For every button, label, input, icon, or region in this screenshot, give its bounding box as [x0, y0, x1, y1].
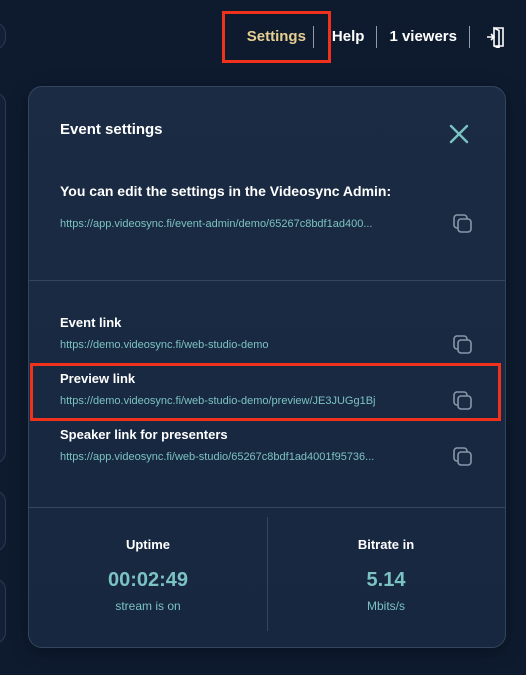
nav-divider [376, 26, 378, 48]
bitrate-unit: Mbits/s [366, 599, 405, 613]
settings-button[interactable]: Settings [221, 11, 331, 63]
app-root: Settings Help 1 viewers Event settings Y… [0, 0, 526, 675]
nav-divider [312, 26, 314, 48]
bitrate-label: Bitrate in [357, 537, 415, 552]
background-panel [0, 22, 6, 50]
help-button[interactable]: Help [320, 17, 377, 57]
event-link-label: Event link [60, 315, 122, 330]
uptime-status: stream is on [115, 599, 181, 613]
copy-event-link-button[interactable] [452, 334, 474, 356]
exit-button[interactable] [484, 25, 508, 49]
top-nav: Settings Help 1 viewers [221, 11, 508, 63]
copy-preview-link-button[interactable] [452, 390, 474, 412]
panel-title: Event settings [60, 121, 163, 138]
stream-stats: Uptime 00:02:49 stream is on Bitrate in … [29, 507, 505, 647]
background-panel [0, 92, 6, 464]
event-settings-panel: Event settings You can edit the settings… [28, 86, 506, 648]
speaker-link-url[interactable]: https://app.videosync.fi/web-studio/6526… [60, 451, 374, 463]
background-panel [0, 490, 6, 552]
divider [29, 280, 505, 281]
admin-info-text: You can edit the settings in the Videosy… [60, 183, 392, 199]
copy-icon [453, 214, 472, 233]
admin-link[interactable]: https://app.videosync.fi/event-admin/dem… [60, 218, 373, 230]
viewers-count: 1 viewers [389, 28, 457, 45]
copy-icon [453, 391, 472, 410]
uptime-label: Uptime [125, 537, 171, 552]
copy-icon [453, 447, 472, 466]
copy-admin-link-button[interactable] [452, 213, 474, 235]
uptime-stat: Uptime 00:02:49 stream is on [29, 507, 267, 647]
bitrate-value: 5.14 [366, 569, 406, 591]
background-panel [0, 578, 6, 644]
bitrate-stat: Bitrate in 5.14 Mbits/s [267, 507, 505, 647]
close-icon [449, 124, 469, 144]
event-link-url[interactable]: https://demo.videosync.fi/web-studio-dem… [60, 339, 269, 351]
preview-link-label: Preview link [60, 371, 136, 386]
preview-link-url[interactable]: https://demo.videosync.fi/web-studio-dem… [60, 395, 375, 407]
copy-icon [453, 335, 472, 354]
speaker-link-label: Speaker link for presenters [60, 427, 228, 442]
exit-door-icon [487, 26, 504, 48]
nav-divider [469, 26, 470, 48]
close-button[interactable] [448, 123, 470, 145]
copy-speaker-link-button[interactable] [452, 446, 474, 468]
uptime-value: 00:02:49 [107, 569, 189, 591]
